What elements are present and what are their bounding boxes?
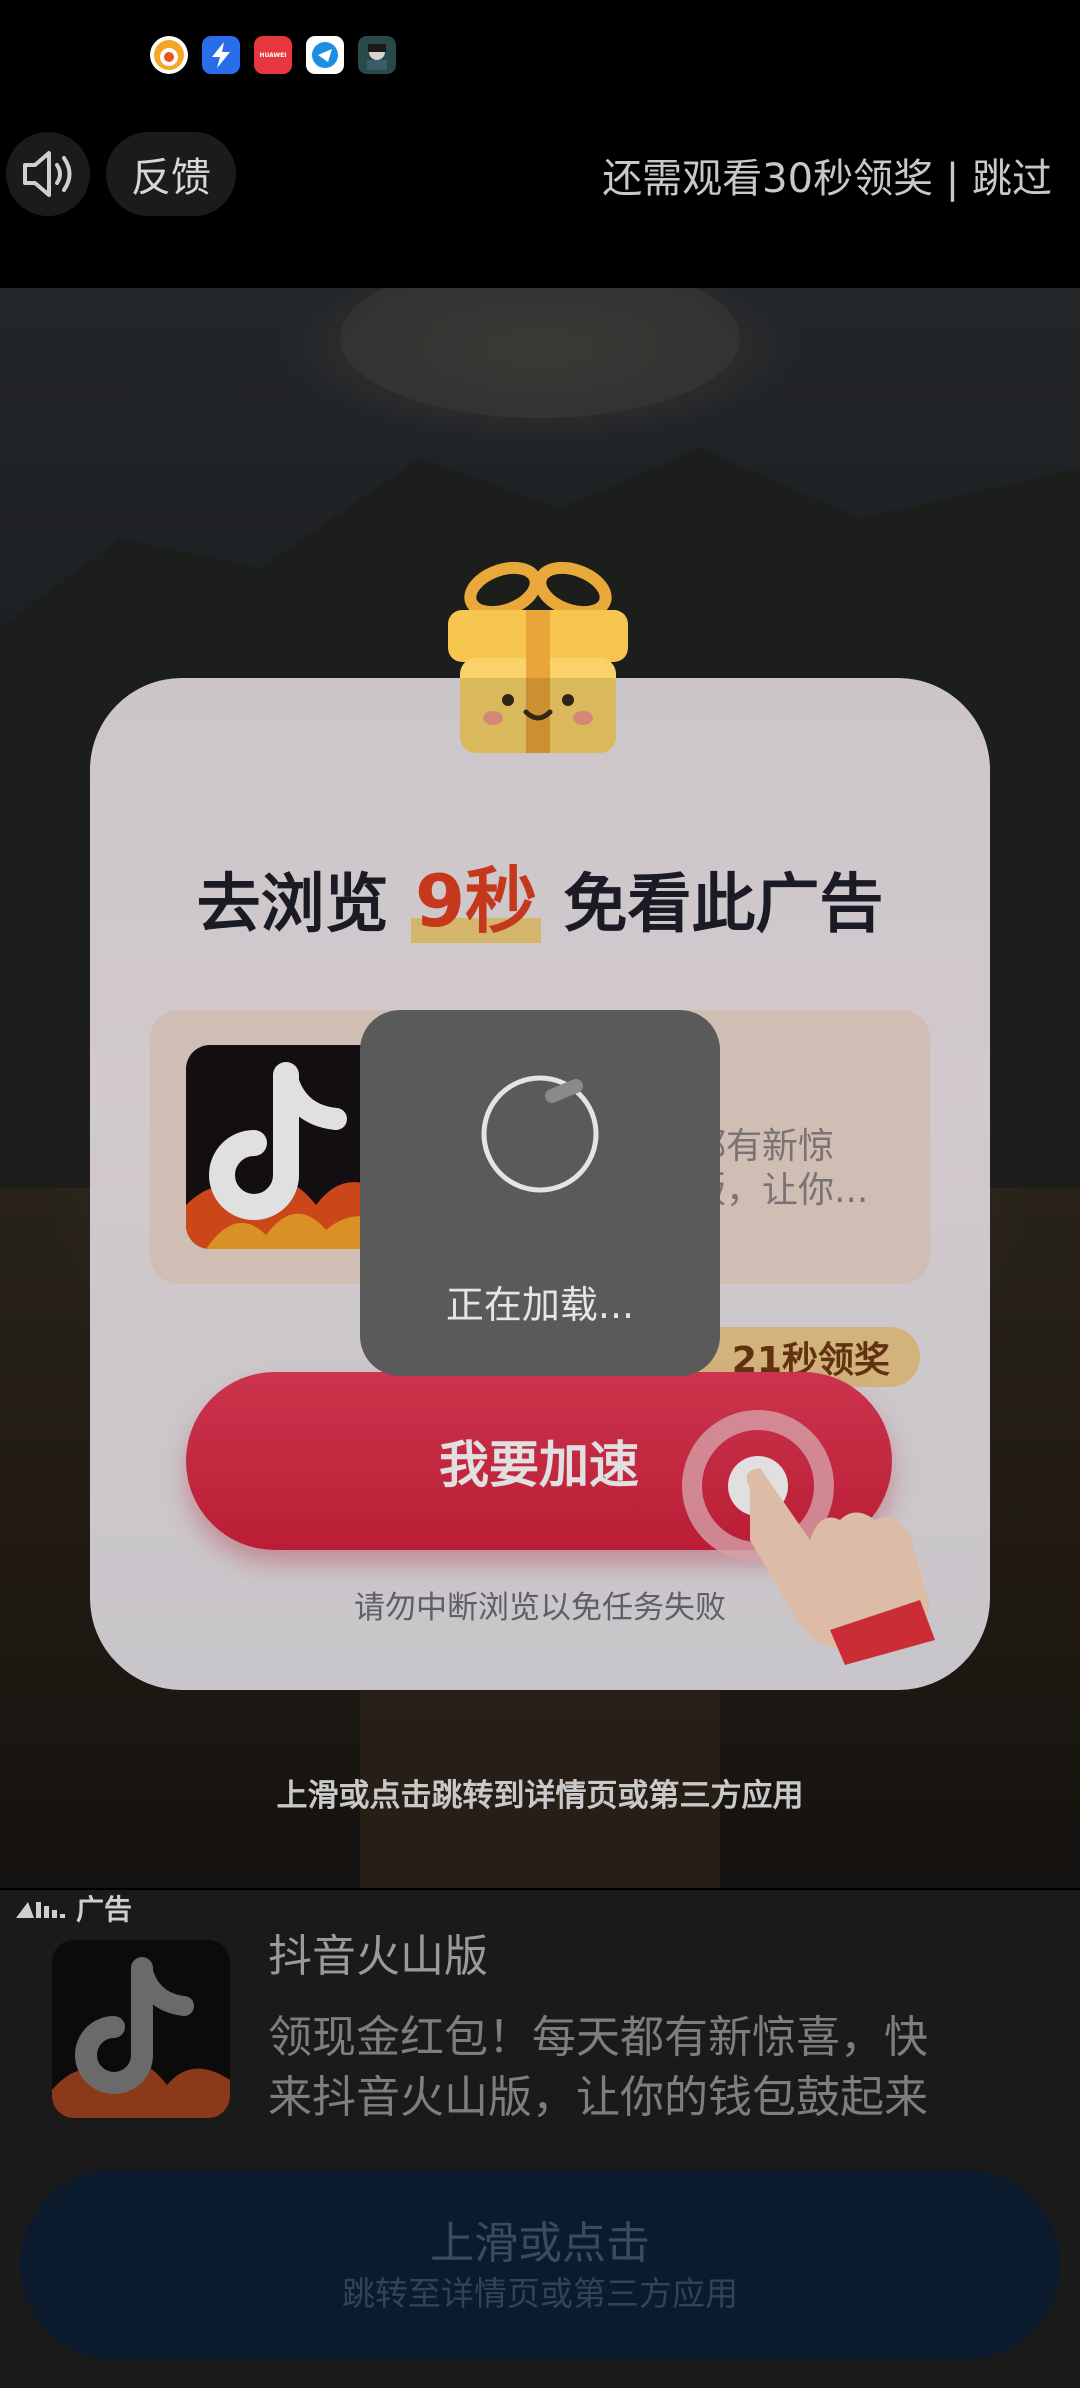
app-description: 都有新惊 版，让你...: [690, 1125, 930, 1213]
browser-icon: [306, 36, 344, 74]
loading-toast: 正在加载...: [360, 1010, 720, 1376]
mute-button[interactable]: [6, 132, 90, 216]
interrupt-warning: 请勿中断浏览以免任务失败: [354, 1590, 726, 1626]
huawei-store-icon: HUAWEI: [254, 36, 292, 74]
ad-desc-line-1: 领现金红包！每天都有新惊喜，快: [268, 2012, 928, 2063]
ad-description: 领现金红包！每天都有新惊喜，快 来抖音火山版，让你的钱包鼓起来: [268, 2008, 1028, 2128]
douyin-huoshan-app-icon: [186, 1045, 386, 1249]
huawei-store-label: HUAWEI: [259, 51, 287, 59]
ad-label-badge: 广告: [14, 1890, 132, 1926]
game-icon: [358, 36, 396, 74]
taobao-icon: [150, 36, 188, 74]
loading-text: 正在加载...: [445, 1283, 635, 1327]
app-desc-line-2: 版，让你...: [690, 1170, 869, 1211]
skip-countdown-link[interactable]: 还需观看30秒领奖 | 跳过: [602, 146, 1052, 204]
video-swipe-hint: 上滑或点击跳转到详情页或第三方应用: [276, 1778, 804, 1814]
ad-brand-icon: [16, 1902, 65, 1918]
ad-app-name[interactable]: 抖音火山版: [268, 1920, 488, 1984]
speaker-icon: [23, 151, 72, 197]
ad-app-icon[interactable]: [52, 1940, 230, 2118]
title-prefix: 去浏览: [196, 868, 389, 942]
loading-spinner-icon: [481, 1075, 599, 1193]
pointing-hand-icon: [682, 1410, 935, 1665]
app-desc-line-1: 都有新惊: [690, 1126, 835, 1167]
ad-desc-line-2: 来抖音火山版，让你的钱包鼓起来: [268, 2072, 928, 2123]
title-suffix: 免看此广告: [563, 868, 884, 942]
notification-icons: HUAWEI: [150, 36, 396, 74]
ad-cta-main-text: 上滑或点击: [430, 2218, 650, 2269]
gift-box-icon: [448, 561, 628, 753]
popup-title: 去浏览 9秒 免看此广告: [90, 842, 990, 947]
ad-cta-button[interactable]: 上滑或点击 跳转至详情页或第三方应用: [20, 2170, 1060, 2360]
lightning-app-icon: [202, 36, 240, 74]
title-highlight-seconds: 9秒: [410, 859, 542, 943]
ad-cta-sub-text: 跳转至详情页或第三方应用: [342, 2274, 738, 2313]
feedback-button[interactable]: 反馈: [106, 132, 236, 216]
ad-label-text: 广告: [76, 1893, 133, 1926]
status-bar: HUAWEI: [0, 0, 1080, 100]
